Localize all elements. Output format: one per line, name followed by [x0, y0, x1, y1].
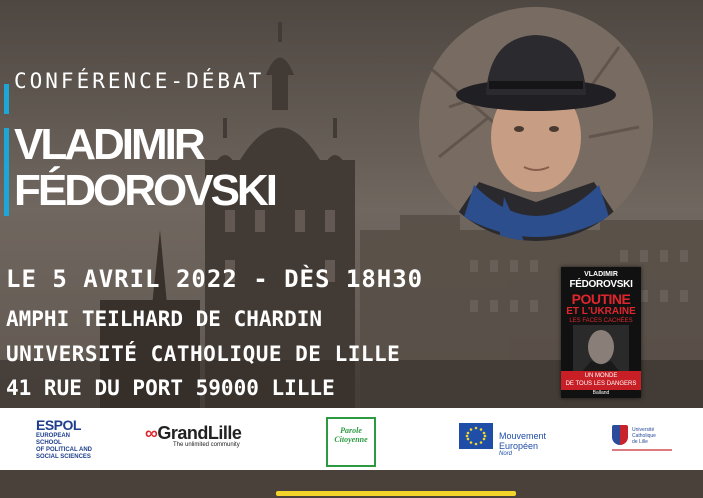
- espol-logo-line1: EUROPEAN SCHOOL: [36, 433, 71, 446]
- book-band-line1: UN MONDE: [584, 373, 618, 379]
- mouvement-europeen-line2: Européen: [499, 441, 539, 451]
- parole-citoyenne-mark: Parole Citoyenne: [328, 426, 374, 444]
- ucl-logo-text: Université Catholique de Lille: [632, 427, 656, 445]
- event-type-label: CONFÉRENCE-DÉBAT: [14, 69, 265, 93]
- mouvement-europeen-line3: Nord: [499, 451, 513, 457]
- partner-logos-band: ESPOL EUROPEAN SCHOOL OF POLITICAL AND S…: [0, 408, 703, 470]
- book-author-last: FÉDOROVSKI: [569, 279, 633, 290]
- book-publisher: Balland: [592, 390, 610, 396]
- speaker-first-name: VLADIMIR: [14, 120, 206, 169]
- grandlille-logo-mark: ∞GrandLille: [145, 423, 260, 444]
- book-title-line1: POUTINE: [571, 291, 631, 307]
- ucl-logo-line3: de Lille: [632, 439, 648, 445]
- event-institution: UNIVERSITÉ CATHOLIQUE DE LILLE: [6, 342, 401, 366]
- speaker-name: VLADIMIR FÉDOROVSKI: [14, 120, 278, 215]
- event-venue: AMPHI TEILHARD DE CHARDIN: [6, 307, 323, 331]
- mouvement-europeen-logo[interactable]: Mouvement Européen Nord: [459, 423, 555, 457]
- book-cover: VLADIMIR FÉDOROVSKI POUTINE ET L'UKRAINE…: [561, 267, 641, 398]
- parole-citoyenne-mark-line1: Parole: [340, 426, 362, 435]
- grandlille-logo[interactable]: ∞GrandLille The unlimited community: [145, 423, 260, 453]
- book-band-line2: DE TOUS LES DANGERS: [565, 381, 637, 387]
- book-author-first: VLADIMIR: [584, 271, 618, 278]
- espol-logo[interactable]: ESPOL EUROPEAN SCHOOL OF POLITICAL AND S…: [36, 417, 92, 461]
- ucl-shield-icon: [612, 425, 628, 445]
- parole-citoyenne-logo[interactable]: Parole Citoyenne: [326, 417, 376, 467]
- ucl-underline: [612, 449, 672, 451]
- eu-flag-icon: [459, 423, 493, 449]
- speaker-last-name: FÉDOROVSKI: [14, 166, 278, 215]
- book-portrait-image: [573, 325, 629, 373]
- grandlille-symbol-icon: ∞: [145, 423, 158, 443]
- universite-catholique-logo[interactable]: Université Catholique de Lille: [612, 425, 674, 455]
- highlight-bar: [276, 491, 516, 496]
- speaker-portrait: [419, 7, 653, 241]
- event-date: LE 5 AVRIL 2022 - DÈS 18H30: [6, 265, 424, 293]
- book-subtitle: LES FACES CACHÉES: [569, 318, 633, 324]
- book-band: UN MONDE DE TOUS LES DANGERS: [561, 371, 641, 390]
- book-title-line2: ET L'UKRAINE: [566, 306, 636, 317]
- parole-citoyenne-mark-line2: Citoyenne: [334, 435, 368, 444]
- accent-bar-name: [4, 128, 9, 216]
- event-poster: CONFÉRENCE-DÉBAT VLADIMIR FÉDOROVSKI LE …: [0, 0, 703, 498]
- espol-logo-line2: OF POLITICAL AND: [36, 447, 92, 453]
- accent-bar-kicker: [4, 84, 9, 114]
- grandlille-logo-text: GrandLille: [157, 423, 242, 443]
- mouvement-europeen-line1: Mouvement: [499, 431, 547, 441]
- espol-logo-line3: SOCIAL SCIENCES: [36, 454, 91, 460]
- grandlille-tagline: The unlimited community: [173, 442, 240, 448]
- espol-logo-mark: ESPOL: [36, 417, 81, 433]
- event-address: 41 RUE DU PORT 59000 LILLE: [6, 376, 335, 400]
